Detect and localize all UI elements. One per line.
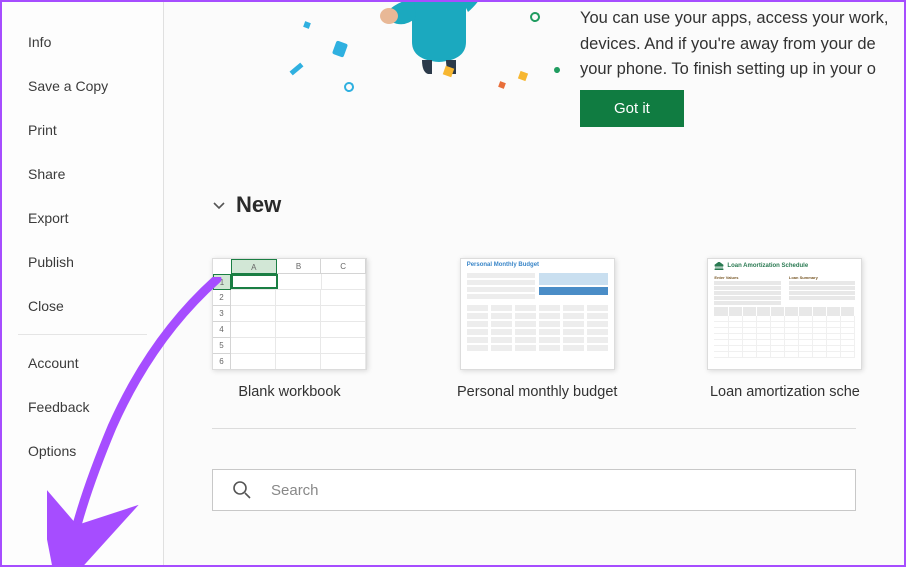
hero-text-line1: You can use your apps, access your work, bbox=[580, 6, 888, 32]
sidebar-item-share[interactable]: Share bbox=[2, 152, 163, 196]
row-header: 2 bbox=[213, 290, 231, 306]
template-thumbnail: Personal Monthly Budget bbox=[460, 258, 615, 370]
sidebar-item-feedback[interactable]: Feedback bbox=[2, 385, 163, 429]
sidebar-item-options[interactable]: Options bbox=[2, 429, 163, 473]
row-header: 5 bbox=[213, 338, 231, 354]
search-container bbox=[212, 469, 856, 511]
col-header: A bbox=[231, 259, 277, 274]
backstage-sidebar: Info Save a Copy Print Share Export Publ… bbox=[2, 2, 164, 565]
chevron-down-icon bbox=[212, 198, 226, 212]
template-thumbnail: A B C 1 2 3 4 5 6 bbox=[212, 258, 367, 370]
thumb-title: Loan Amortization Schedule bbox=[727, 263, 808, 269]
template-thumbnail: Loan Amortization Schedule Enter Values … bbox=[707, 258, 862, 370]
row-header: 1 bbox=[213, 274, 231, 290]
template-label: Blank workbook bbox=[238, 384, 340, 400]
search-icon bbox=[232, 480, 252, 505]
sidebar-item-print[interactable]: Print bbox=[2, 108, 163, 152]
row-header: 3 bbox=[213, 306, 231, 322]
search-input[interactable] bbox=[212, 469, 856, 511]
row-header: 6 bbox=[213, 354, 231, 370]
col-header: B bbox=[277, 259, 322, 274]
hero-banner: You can use your apps, access your work,… bbox=[164, 2, 904, 162]
col-header: C bbox=[321, 259, 366, 274]
sidebar-separator bbox=[18, 334, 147, 335]
thumb-col-label: Enter Values bbox=[714, 275, 781, 280]
template-label: Loan amortization sche bbox=[710, 384, 860, 400]
template-loan-amortization-schedule[interactable]: Loan Amortization Schedule Enter Values … bbox=[707, 258, 862, 400]
section-divider bbox=[212, 428, 856, 429]
new-section-header[interactable]: New bbox=[212, 192, 856, 218]
sidebar-item-info[interactable]: Info bbox=[2, 20, 163, 64]
hero-illustration bbox=[244, 2, 584, 122]
row-header: 4 bbox=[213, 322, 231, 338]
template-personal-monthly-budget[interactable]: Personal Monthly Budget bbox=[457, 258, 617, 400]
sidebar-item-account[interactable]: Account bbox=[2, 341, 163, 385]
sidebar-item-close[interactable]: Close bbox=[2, 284, 163, 328]
template-blank-workbook[interactable]: A B C 1 2 3 4 5 6 bbox=[212, 258, 367, 400]
got-it-button[interactable]: Got it bbox=[580, 90, 684, 127]
hero-text-line3: your phone. To finish setting up in your… bbox=[580, 57, 888, 83]
hero-text-line2: devices. And if you're away from your de bbox=[580, 32, 888, 58]
template-label: Personal monthly budget bbox=[457, 384, 617, 400]
hero-text: You can use your apps, access your work,… bbox=[580, 6, 888, 83]
sidebar-item-publish[interactable]: Publish bbox=[2, 240, 163, 284]
thumb-col-label: Loan Summary bbox=[789, 275, 856, 280]
sidebar-item-export[interactable]: Export bbox=[2, 196, 163, 240]
main-content: You can use your apps, access your work,… bbox=[164, 2, 904, 565]
sidebar-item-save-a-copy[interactable]: Save a Copy bbox=[2, 64, 163, 108]
new-section-title: New bbox=[236, 192, 281, 218]
thumb-title: Personal Monthly Budget bbox=[461, 259, 614, 271]
bank-icon bbox=[714, 262, 724, 270]
person-waving-icon bbox=[374, 2, 504, 77]
